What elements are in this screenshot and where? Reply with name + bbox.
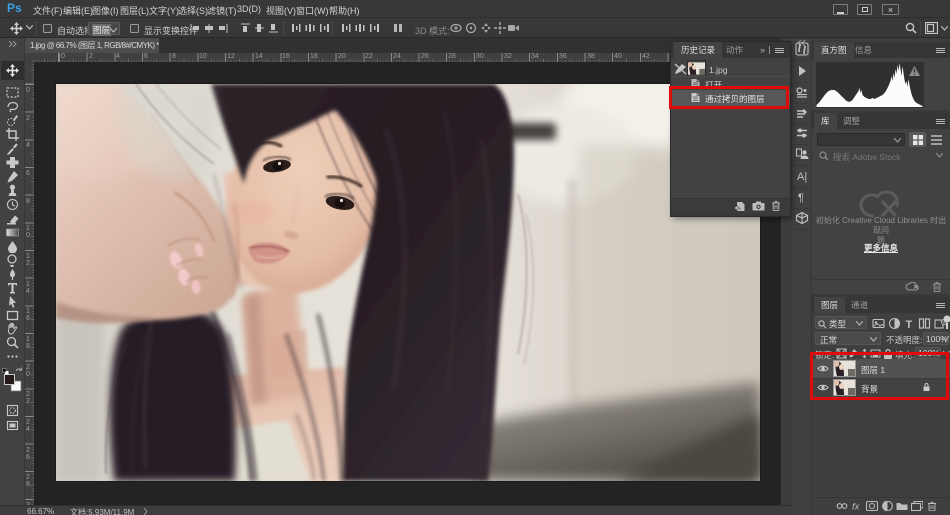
svg-text:¶: ¶ [798, 192, 804, 204]
svg-text:A|: A| [797, 171, 807, 183]
svg-text:T: T [906, 319, 913, 330]
svg-text:fx: fx [852, 502, 861, 513]
